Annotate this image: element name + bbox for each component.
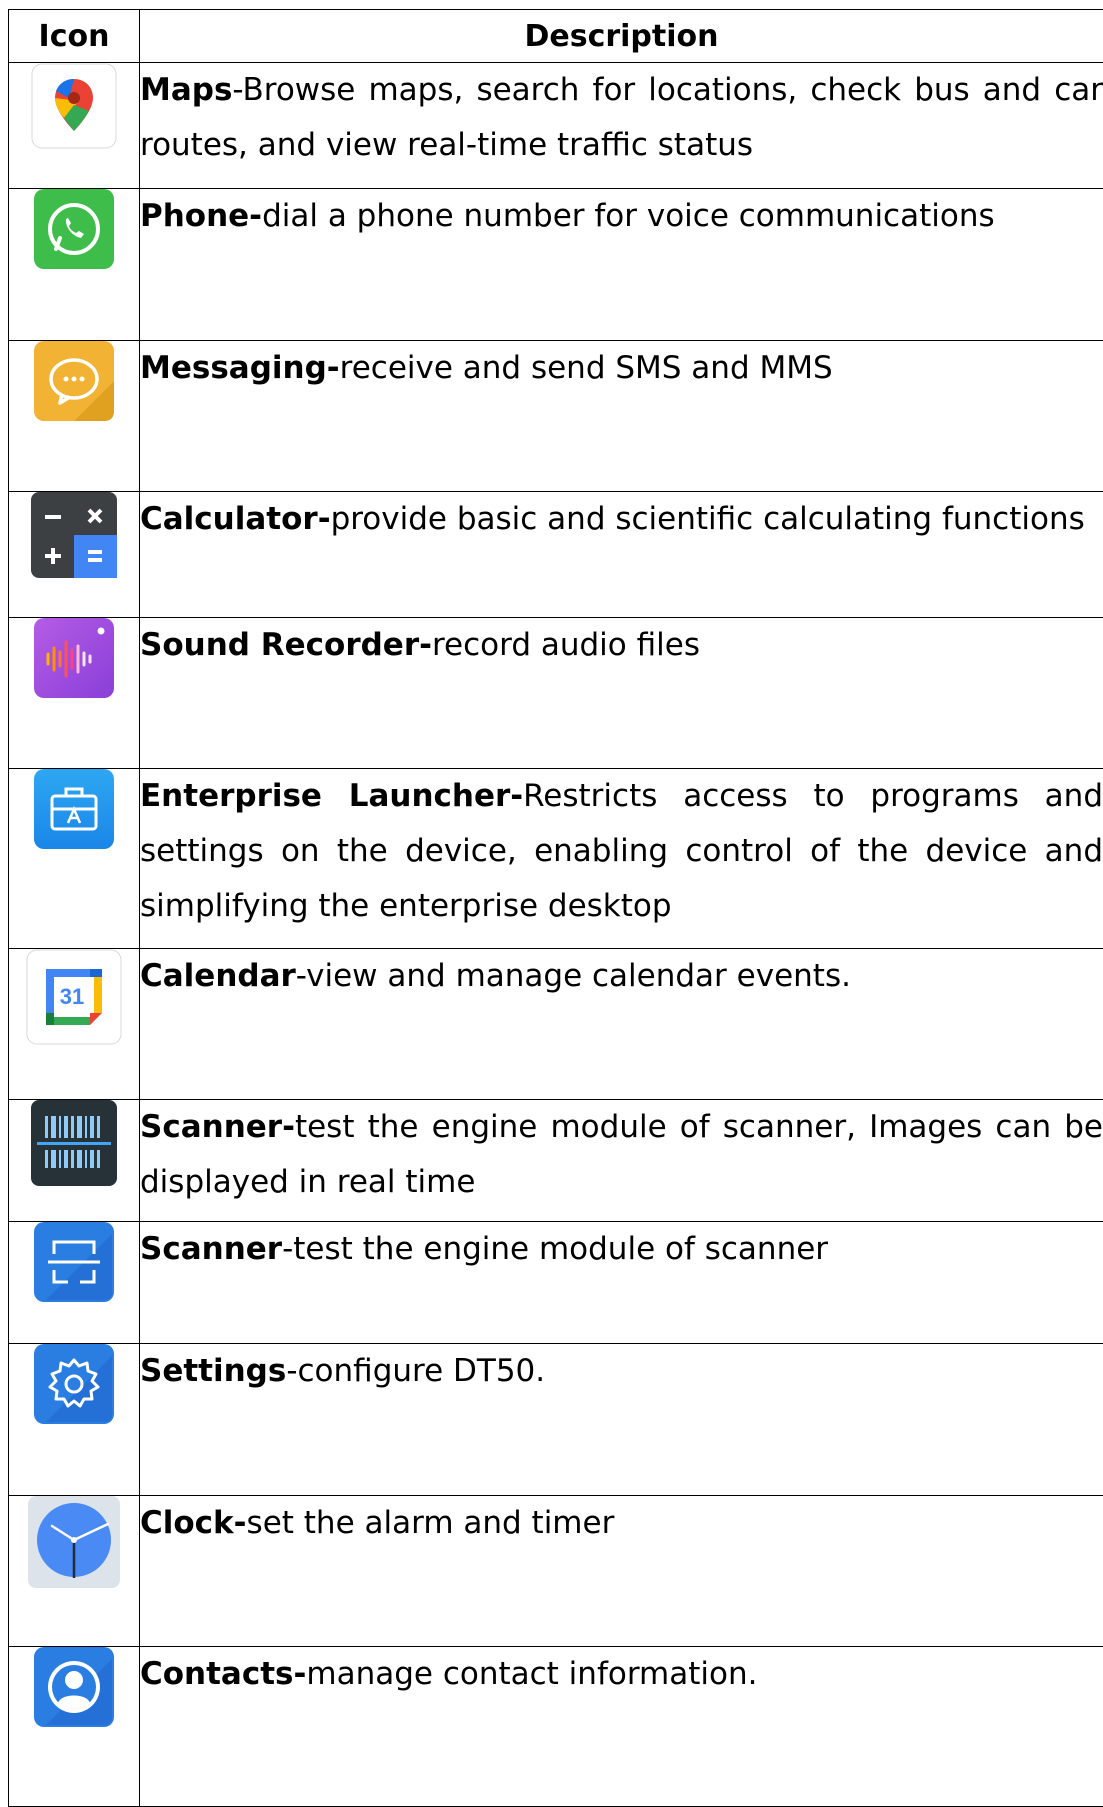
table-row: Sound Recorder-record audio files [9, 618, 1103, 769]
app-name: Settings [140, 1353, 286, 1389]
calculator-icon [31, 492, 117, 578]
contacts-icon [34, 1647, 114, 1727]
table-row: 31 Calendar-view and manage calendar eve… [9, 949, 1103, 1100]
calendar-icon: 31 [26, 949, 122, 1045]
header-icon: Icon [9, 10, 140, 63]
app-description: provide basic and scientific calculating… [331, 501, 1085, 537]
table-row: Enterprise Launcher-Restricts access to … [9, 769, 1103, 949]
enterprise-launcher-icon [34, 769, 114, 849]
sound-recorder-icon [34, 618, 114, 698]
clock-icon [28, 1496, 120, 1588]
messaging-icon [34, 341, 114, 421]
table-row: Calculator-provide basic and scientific … [9, 492, 1103, 618]
table-row: Contacts-manage contact information. [9, 1647, 1103, 1807]
table-row: Clock-set the alarm and timer [9, 1496, 1103, 1647]
app-description: manage contact information. [306, 1656, 757, 1692]
table-header-row: Icon Description [9, 10, 1103, 63]
table-row: Settings-configure DT50. [9, 1344, 1103, 1496]
maps-icon [31, 63, 117, 149]
table-row: Messaging-receive and send SMS and MMS [9, 341, 1103, 492]
phone-icon [34, 189, 114, 269]
table-row: Scanner-test the engine module of scanne… [9, 1222, 1103, 1344]
app-description: dial a phone number for voice communicat… [262, 198, 995, 234]
app-name: Clock- [140, 1505, 247, 1541]
table-row: Scanner-test the engine module of scanne… [9, 1100, 1103, 1222]
app-description: -test the engine module of scanner [282, 1231, 828, 1267]
table-row: Maps-Browse maps, search for locations, … [9, 63, 1103, 189]
app-name: Scanner [140, 1231, 282, 1267]
header-description: Description [140, 10, 1103, 63]
app-name: Messaging- [140, 350, 340, 386]
app-description: receive and send SMS and MMS [340, 350, 833, 386]
app-name: Scanner- [140, 1109, 295, 1145]
app-description: -Browse maps, search for locations, chec… [140, 72, 1103, 163]
gear-icon [34, 1344, 114, 1424]
app-description: -view and manage calendar events. [296, 958, 851, 994]
app-name: Phone- [140, 198, 262, 234]
scanner-frame-icon [34, 1222, 114, 1302]
app-description: record audio files [432, 627, 700, 663]
app-description: set the alarm and timer [247, 1505, 615, 1541]
app-name: Sound Recorder- [140, 627, 432, 663]
app-name: Calendar [140, 958, 296, 994]
barcode-scanner-icon [31, 1100, 117, 1186]
app-name: Enterprise Launcher- [140, 778, 523, 814]
app-name: Contacts- [140, 1656, 306, 1692]
calendar-date-label: 31 [60, 984, 84, 1009]
app-name: Maps [140, 72, 232, 108]
table-row: Phone-dial a phone number for voice comm… [9, 189, 1103, 341]
app-name: Calculator- [140, 501, 331, 537]
app-description: -configure DT50. [286, 1353, 545, 1389]
app-icon-table: Icon Description Maps-Brow [8, 9, 1103, 1807]
